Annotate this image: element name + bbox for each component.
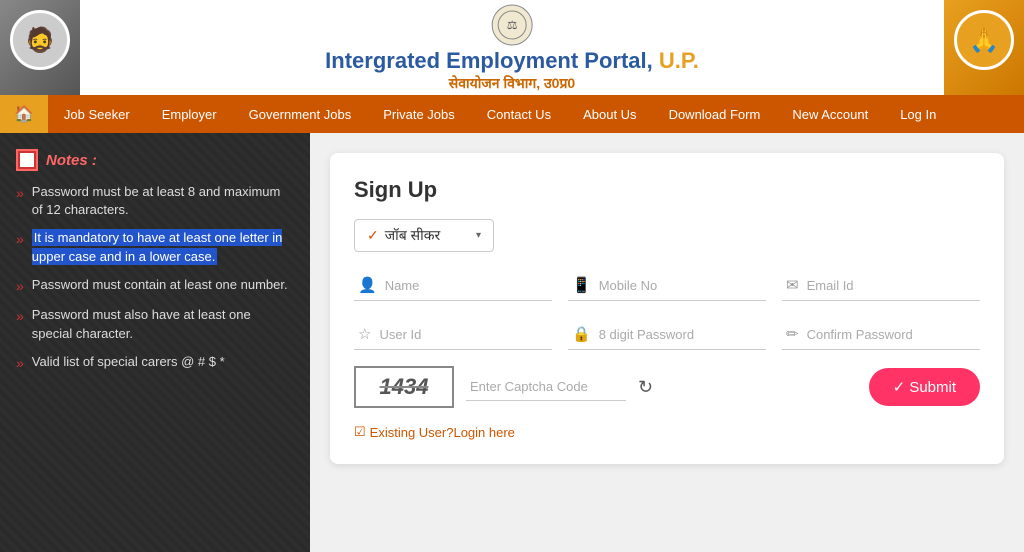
- main-nav: 🏠 Job Seeker Employer Government Jobs Pr…: [0, 95, 1024, 133]
- title-accent: U.P.: [659, 48, 699, 73]
- note-text-2-highlighted: It is mandatory to have at least one let…: [32, 229, 283, 264]
- portal-title: Intergrated Employment Portal, U.P.: [325, 48, 699, 74]
- submit-button[interactable]: ✓ Submit: [869, 368, 980, 406]
- home-icon: 🏠: [14, 104, 34, 124]
- login-link-label: Existing User?Login here: [370, 425, 515, 440]
- role-select[interactable]: ✓ जॉब सीकर ▾: [354, 219, 494, 252]
- notes-icon: [16, 149, 38, 171]
- nav-item-job-seeker[interactable]: Job Seeker: [48, 95, 146, 133]
- main-content: Notes : » Password must be at least 8 an…: [0, 133, 1024, 552]
- fields-row-1: 👤 📱 ✉: [354, 268, 980, 301]
- fields-row-2: ☆ 🔒 ✏: [354, 317, 980, 350]
- nav-home-button[interactable]: 🏠: [0, 95, 48, 133]
- svg-text:⚖: ⚖: [507, 18, 518, 32]
- note-arrow-icon-1: »: [16, 184, 24, 204]
- userid-input[interactable]: [379, 327, 548, 342]
- nav-item-employer[interactable]: Employer: [146, 95, 233, 133]
- avatar-left: 🧔: [0, 0, 80, 95]
- userid-field: ☆: [354, 317, 552, 350]
- email-input[interactable]: [807, 278, 976, 293]
- person-icon: 👤: [358, 276, 377, 294]
- note-item-3: » Password must contain at least one num…: [16, 276, 294, 297]
- confirm-password-field: ✏: [782, 317, 980, 350]
- email-field: ✉: [782, 268, 980, 301]
- login-check-icon: ☑: [354, 424, 366, 440]
- nav-item-contact-us[interactable]: Contact Us: [471, 95, 567, 133]
- login-link[interactable]: ☑ Existing User?Login here: [354, 424, 980, 440]
- role-label: जॉब सीकर: [385, 226, 470, 245]
- nav-item-new-account[interactable]: New Account: [776, 95, 884, 133]
- form-title: Sign Up: [354, 177, 980, 203]
- portal-subtitle: सेवायोजन विभाग, उ0प्र0: [325, 74, 699, 93]
- avatar-pm: 🧔: [10, 10, 70, 70]
- password-input[interactable]: [599, 327, 762, 342]
- note-item-4: » Password must also have at least one s…: [16, 306, 294, 342]
- name-input[interactable]: [385, 278, 548, 293]
- nav-item-government-jobs[interactable]: Government Jobs: [233, 95, 368, 133]
- role-dropdown-row: ✓ जॉब सीकर ▾: [354, 219, 980, 252]
- captcha-display: 1434: [354, 366, 454, 408]
- role-arrow-icon: ▾: [476, 230, 481, 241]
- password-field: 🔒: [568, 317, 766, 350]
- note-text-4: Password must also have at least one spe…: [32, 306, 294, 342]
- note-text-1: Password must be at least 8 and maximum …: [32, 183, 294, 219]
- notes-header: Notes :: [16, 149, 294, 171]
- header: 🧔 ⚖ Intergrated Employment Portal, U.P. …: [0, 0, 1024, 95]
- note-arrow-icon-2: »: [16, 230, 24, 250]
- note-text-3: Password must contain at least one numbe…: [32, 276, 288, 294]
- note-text-5: Valid list of special carers @ # $ *: [32, 353, 225, 371]
- star-icon: ☆: [358, 325, 371, 343]
- notes-title: Notes :: [46, 152, 97, 169]
- nav-item-download-form[interactable]: Download Form: [653, 95, 777, 133]
- avatar-cm: 🙏: [954, 10, 1014, 70]
- nav-item-about-us[interactable]: About Us: [567, 95, 652, 133]
- avatar-right: 🙏: [944, 0, 1024, 95]
- header-logo: ⚖ Intergrated Employment Portal, U.P. से…: [325, 4, 699, 93]
- refresh-icon[interactable]: ↻: [638, 377, 653, 398]
- mobile-field: 📱: [568, 268, 766, 301]
- note-arrow-icon-3: »: [16, 277, 24, 297]
- nav-item-log-in[interactable]: Log In: [884, 95, 952, 133]
- confirm-password-input[interactable]: [807, 327, 976, 342]
- nav-item-private-jobs[interactable]: Private Jobs: [367, 95, 471, 133]
- emblem-icon: ⚖: [491, 4, 533, 46]
- header-title: Intergrated Employment Portal, U.P. सेवा…: [325, 48, 699, 93]
- mobile-input[interactable]: [599, 278, 762, 293]
- signup-card: Sign Up ✓ जॉब सीकर ▾ 👤 📱: [330, 153, 1004, 464]
- lock-icon: 🔒: [572, 325, 591, 343]
- title-regular: Intergrated Employment Portal,: [325, 48, 659, 73]
- email-icon: ✉: [786, 276, 799, 294]
- note-item-5: » Valid list of special carers @ # $ *: [16, 353, 294, 374]
- captcha-row: 1434 ↻ ✓ Submit: [354, 366, 980, 408]
- role-check-icon: ✓: [367, 227, 379, 244]
- notes-sidebar: Notes : » Password must be at least 8 an…: [0, 133, 310, 552]
- note-text-2: It is mandatory to have at least one let…: [32, 229, 294, 265]
- note-item-1: » Password must be at least 8 and maximu…: [16, 183, 294, 219]
- mobile-icon: 📱: [572, 276, 591, 294]
- note-arrow-icon-5: »: [16, 354, 24, 374]
- note-arrow-icon-4: »: [16, 307, 24, 327]
- form-area: Sign Up ✓ जॉब सीकर ▾ 👤 📱: [310, 133, 1024, 552]
- pencil-icon: ✏: [786, 325, 799, 343]
- name-field: 👤: [354, 268, 552, 301]
- note-item-2: » It is mandatory to have at least one l…: [16, 229, 294, 265]
- captcha-input[interactable]: [466, 373, 626, 401]
